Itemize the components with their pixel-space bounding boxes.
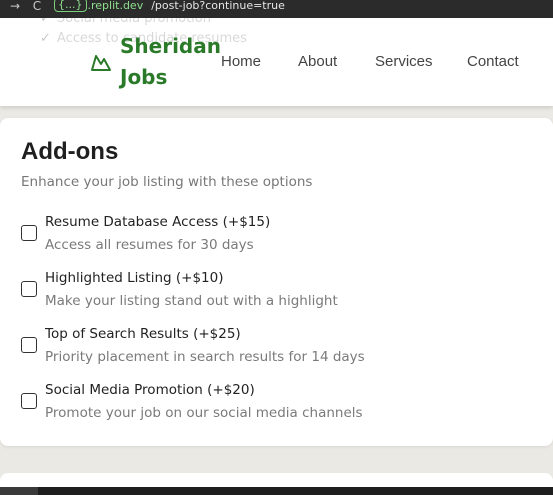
addon-description: Priority placement in search results for… <box>45 349 365 365</box>
url-badge: {...} <box>54 0 87 12</box>
behind-list-item: ✓ Social media promotion <box>40 18 211 26</box>
nav-contact[interactable]: Contact <box>467 53 519 70</box>
nav-services[interactable]: Services <box>375 53 433 70</box>
addon-checkbox[interactable] <box>21 393 37 409</box>
browser-toolbar: → C {...} .replit.dev /post-job?continue… <box>0 0 553 18</box>
logo-line-1: Sheridan <box>120 34 221 58</box>
addon-name: Top of Search Results (+$25) <box>45 326 241 342</box>
site-header: ✓ Social media promotion ✓ Access to candi… <box>0 18 553 106</box>
reload-icon[interactable]: C <box>30 0 44 13</box>
check-icon: ✓ <box>40 31 51 46</box>
nav-about[interactable]: About <box>298 53 337 70</box>
addons-title: Add-ons <box>21 138 119 165</box>
addon-resume-database[interactable]: Resume Database Access (+$15) Access all… <box>20 214 540 262</box>
addon-name: Resume Database Access (+$15) <box>45 214 271 230</box>
addon-highlighted-listing[interactable]: Highlighted Listing (+$10) Make your lis… <box>20 270 540 318</box>
addons-subtitle: Enhance your job listing with these opti… <box>21 174 313 190</box>
addons-card: Add-ons Enhance your job listing with th… <box>0 118 553 446</box>
address-bar[interactable]: {...} .replit.dev /post-job?continue=tru… <box>54 0 285 12</box>
addon-name: Highlighted Listing (+$10) <box>45 270 224 286</box>
logo-line-2: Jobs <box>120 65 168 89</box>
addon-checkbox[interactable] <box>21 281 37 297</box>
url-domain: .replit.dev <box>87 0 144 12</box>
addon-social-media-promotion[interactable]: Social Media Promotion (+$20) Promote yo… <box>20 382 540 430</box>
bottom-toolbar <box>0 487 553 495</box>
mountain-icon[interactable] <box>90 52 112 72</box>
addon-description: Make your listing stand out with a highl… <box>45 293 338 309</box>
addon-checkbox[interactable] <box>21 225 37 241</box>
addon-description: Promote your job on our social media cha… <box>45 405 363 421</box>
logo-wordmark[interactable]: Sheridan Jobs <box>120 31 221 93</box>
forward-arrow-icon[interactable]: → <box>8 0 22 13</box>
addon-description: Access all resumes for 30 days <box>45 237 254 253</box>
addon-name: Social Media Promotion (+$20) <box>45 382 255 398</box>
addon-checkbox[interactable] <box>21 337 37 353</box>
check-icon: ✓ <box>40 18 51 26</box>
nav-home[interactable]: Home <box>221 53 261 70</box>
addon-top-search-results[interactable]: Top of Search Results (+$25) Priority pl… <box>20 326 540 374</box>
bottom-toolbar-segment <box>0 487 38 495</box>
url-path: /post-job?continue=true <box>151 0 285 12</box>
